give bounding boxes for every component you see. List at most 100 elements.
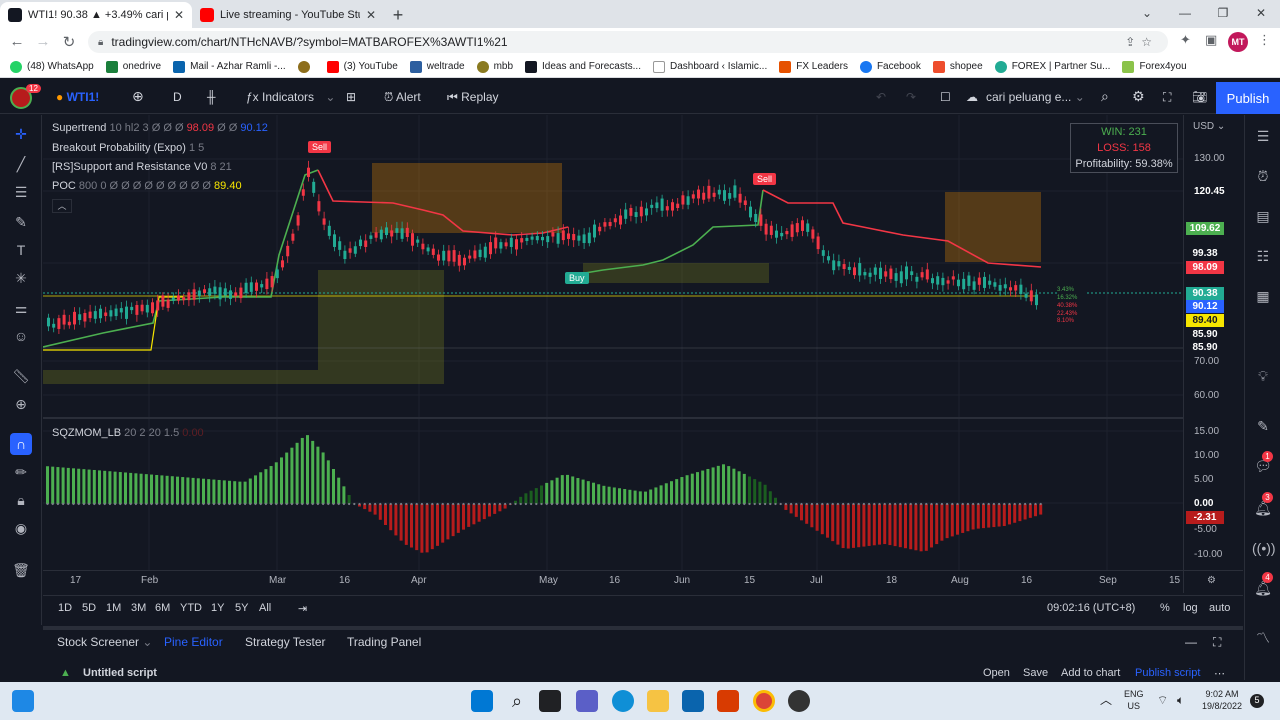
publish-button[interactable]: Publish [1216, 82, 1280, 114]
alert-button[interactable]: ⏰︎ Alert [384, 90, 421, 105]
text-icon[interactable]: T [10, 239, 32, 261]
emoji-icon[interactable]: ☺ [10, 325, 32, 347]
settings-gear-icon[interactable]: ⚙ [1132, 88, 1145, 105]
wifi-icon[interactable]: ⌔ [1157, 694, 1168, 706]
bookmark-item[interactable]: weltrade [409, 60, 465, 73]
layout-name[interactable]: cari peluang e... ⌄ [986, 90, 1085, 104]
bookmark-item[interactable] [297, 60, 315, 73]
brush-icon[interactable]: ✎ [10, 211, 32, 233]
close-window-button[interactable]: ✕ [1242, 0, 1280, 28]
maximize-panel-icon[interactable]: ⛶ [1213, 635, 1221, 650]
bookmark-item[interactable]: onedrive [105, 60, 161, 73]
templates-icon[interactable]: ⊞ [346, 90, 356, 104]
snapshot-camera-icon[interactable]: 📷︎ [1192, 90, 1207, 104]
data-window-icon[interactable]: ▤ [1252, 205, 1274, 227]
fib-icon[interactable]: ☰ [10, 181, 32, 203]
redo-icon[interactable]: ↷ [906, 90, 916, 104]
range-6m[interactable]: 6M [155, 602, 170, 614]
close-tab-icon[interactable]: ✕ [174, 8, 184, 22]
edge-icon[interactable] [612, 690, 634, 712]
add-to-chart-button[interactable]: Add to chart [1061, 667, 1120, 679]
legend-poc[interactable]: POC 800 0 Ø Ø Ø Ø Ø Ø Ø Ø Ø 89.40 [52, 180, 242, 192]
range-1m[interactable]: 1M [106, 602, 121, 614]
url-input[interactable]: 🔒︎ tradingview.com/chart/NTHcNAVB/?symbo… [88, 31, 1168, 53]
language-indicator[interactable]: ENG US [1124, 688, 1144, 712]
browser-tab-tradingview[interactable]: WTI1! 90.38 ▲ +3.49% cari peluang ✕ [0, 2, 192, 28]
layout-select-icon[interactable]: ☐ [940, 90, 951, 104]
legend-breakout-probability[interactable]: Breakout Probability (Expo) 1 5 [52, 142, 204, 154]
watchlist-icon[interactable]: ☰ [1252, 125, 1274, 147]
chrome-icon[interactable] [753, 690, 775, 712]
tab-search-icon[interactable]: ⌄ [1128, 0, 1166, 28]
trend-line-icon[interactable]: ╱ [10, 153, 32, 175]
publish-script-button[interactable]: Publish script [1135, 667, 1200, 679]
new-tab-button[interactable]: + [384, 2, 412, 28]
bookmark-item[interactable]: mbb [476, 60, 513, 73]
bookmark-item[interactable]: FOREX | Partner Su... [994, 60, 1110, 73]
range-5d[interactable]: 5D [82, 602, 96, 614]
sidebar-icon[interactable]: ▣ [1205, 32, 1217, 48]
legend-squeeze-momentum[interactable]: SQZMOM_LB 20 2 20 1.5 0.00 [52, 427, 204, 439]
tray-chevron-icon[interactable]: ︿ [1100, 694, 1112, 706]
zoom-icon[interactable]: ⊕ [10, 393, 32, 415]
start-button[interactable] [471, 690, 493, 712]
go-to-date-icon[interactable]: ⇥ [298, 602, 307, 615]
symbol-search-button[interactable]: ● WTI1! [56, 90, 99, 104]
notes-icon[interactable]: ✎ [1252, 415, 1274, 437]
range-1d[interactable]: 1D [58, 602, 72, 614]
range-5y[interactable]: 5Y [235, 602, 248, 614]
lock-drawings-icon[interactable]: ✏ [10, 461, 32, 483]
undo-icon[interactable]: ↶ [876, 90, 886, 104]
chart-type-icon[interactable]: ╫ [207, 90, 216, 104]
interval-button[interactable]: D [173, 90, 182, 104]
mail-icon[interactable] [682, 690, 704, 712]
search-icon[interactable]: ⌕ [1101, 88, 1109, 105]
replay-button[interactable]: ⏮︎ Replay [447, 90, 499, 105]
collapse-legend-button[interactable]: ︿ [52, 199, 72, 213]
bookmark-item[interactable]: Facebook [859, 60, 921, 73]
trend-icon[interactable]: 〽 [1252, 627, 1274, 649]
bookmark-star-icon[interactable]: ⇪☆ [1125, 35, 1158, 49]
compare-symbol-icon[interactable]: ⊕ [132, 88, 144, 105]
folder-icon[interactable] [647, 690, 669, 712]
legend-support-resistance[interactable]: [RS]Support and Resistance V0 8 21 [52, 161, 232, 173]
office-icon[interactable] [717, 690, 739, 712]
more-options-icon[interactable]: ⋯ [1214, 667, 1225, 680]
clock-readout[interactable]: 09:02:16 (UTC+8) [1047, 602, 1135, 614]
hotlists-icon[interactable]: ☷ [1252, 245, 1274, 267]
bookmark-item[interactable]: Mail - Azhar Ramli -... [173, 60, 286, 73]
browser-tab-youtube[interactable]: Live streaming - YouTube Studio ✕ [192, 2, 384, 28]
range-ytd[interactable]: YTD [180, 602, 202, 614]
bookmark-item[interactable]: Dashboard ‹ Islamic... [652, 60, 767, 73]
calendar-icon[interactable]: ▦ [1252, 285, 1274, 307]
teams-icon[interactable] [576, 690, 598, 712]
range-3m[interactable]: 3M [131, 602, 146, 614]
tab-strategy-tester[interactable]: Strategy Tester [245, 635, 325, 649]
browser-menu-icon[interactable]: ⋮ [1258, 32, 1271, 48]
close-tab-icon[interactable]: ✕ [366, 8, 376, 22]
auto-scale-toggle[interactable]: auto [1209, 602, 1230, 614]
task-view-icon[interactable] [12, 690, 34, 712]
time-axis[interactable] [43, 570, 1243, 592]
search-taskbar-icon[interactable]: ⌕ [506, 690, 528, 712]
volume-icon[interactable]: 🔈︎ [1177, 694, 1184, 706]
back-button[interactable]: ← [4, 33, 30, 50]
alerts-icon[interactable]: ⏰︎ [1252, 165, 1274, 187]
notification-count-badge[interactable]: 5 [1250, 694, 1264, 708]
magnet-icon[interactable]: ∩ [10, 433, 32, 455]
maximize-button[interactable]: ❐ [1204, 0, 1242, 28]
trash-icon[interactable]: 🗑︎ [10, 559, 32, 581]
clock-tray[interactable]: 9:02 AM 19/8/2022 [1202, 688, 1242, 712]
ideas-icon[interactable]: 💡︎ [1252, 365, 1274, 387]
reload-button[interactable]: ↻ [56, 33, 82, 51]
range-all[interactable]: All [259, 602, 271, 614]
bookmark-item[interactable]: (3) YouTube [326, 60, 398, 73]
file-explorer-app-icon[interactable] [539, 690, 561, 712]
crosshair-icon[interactable]: ✛ [10, 123, 32, 145]
script-name[interactable]: Untitled script [83, 667, 157, 679]
minimize-panel-icon[interactable]: — [1185, 635, 1197, 649]
log-scale-toggle[interactable]: log [1183, 602, 1198, 614]
minimize-button[interactable]: — [1166, 0, 1204, 28]
open-script-button[interactable]: Open [983, 667, 1010, 679]
tab-pine-editor[interactable]: Pine Editor [164, 635, 223, 649]
